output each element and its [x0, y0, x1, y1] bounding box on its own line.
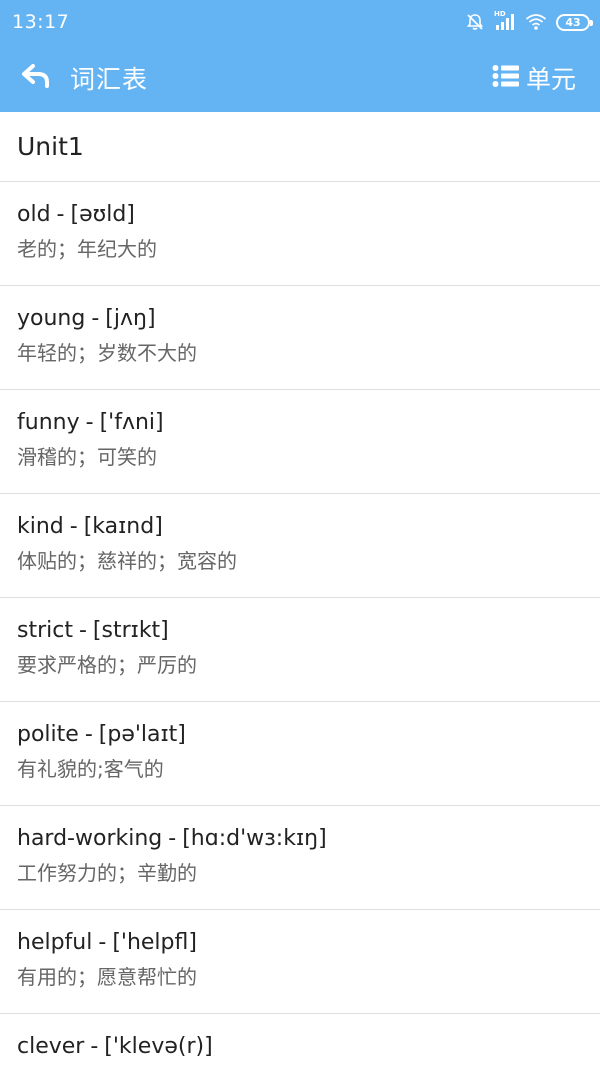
- word-list: old - [əʊld] 老的；年纪大的 young - [jʌŋ] 年轻的；岁数不大的…: [0, 182, 600, 1067]
- status-time: 13:17: [12, 11, 70, 33]
- word-list-item[interactable]: clever - ['klevə(r)]: [0, 1014, 600, 1067]
- word-meaning: 工作努力的；辛勤的: [17, 861, 197, 885]
- word-text: helpful: [17, 930, 93, 955]
- unit-select-button[interactable]: 单元: [492, 60, 576, 96]
- app-root: 13:17 HD 43 词汇表 单元 Unit1 old - [əʊld] 老的…: [0, 0, 600, 1067]
- word-list-item[interactable]: funny - ['fʌni] 滑稽的；可笑的: [0, 390, 600, 494]
- word-list-item[interactable]: hard-working - [hɑ:d'wɜ:kɪŋ] 工作努力的；辛勤的: [0, 806, 600, 910]
- word-phonetic: [jʌŋ]: [105, 306, 156, 331]
- word-text: funny: [17, 410, 80, 435]
- word-entry: young - [jʌŋ]: [17, 302, 583, 336]
- word-meaning: 年轻的；岁数不大的: [17, 341, 197, 365]
- word-phonetic: [strɪkt]: [92, 618, 169, 643]
- status-icons: HD 43: [465, 10, 593, 32]
- word-text: old: [17, 202, 51, 227]
- word-separator: -: [90, 1034, 99, 1059]
- word-list-item[interactable]: helpful - ['helpfl] 有用的；愿意帮忙的: [0, 910, 600, 1014]
- word-text: kind: [17, 514, 64, 539]
- word-separator: -: [84, 722, 93, 747]
- page-title: 词汇表: [70, 65, 149, 94]
- unit-button-label: 单元: [525, 65, 576, 94]
- word-phonetic: [əʊld]: [70, 202, 135, 227]
- word-phonetic: [hɑ:d'wɜ:kɪŋ]: [182, 826, 327, 851]
- app-bar-left: 词汇表: [18, 60, 148, 96]
- word-entry: hard-working - [hɑ:d'wɜ:kɪŋ]: [17, 822, 583, 856]
- network-label: HD: [494, 10, 506, 18]
- bell-off-icon: [465, 12, 485, 32]
- word-list-item[interactable]: kind - [kaɪnd] 体贴的；慈祥的；宽容的: [0, 494, 600, 598]
- word-meaning: 体贴的；慈祥的；宽容的: [17, 549, 237, 573]
- word-entry: kind - [kaɪnd]: [17, 510, 583, 544]
- wifi-icon: [525, 13, 547, 31]
- signal-icon: HD: [494, 10, 516, 31]
- word-meaning: 有礼貌的;客气的: [17, 757, 164, 781]
- status-bar: 13:17 HD 43: [0, 0, 600, 44]
- word-list-item[interactable]: strict - [strɪkt] 要求严格的；严厉的: [0, 598, 600, 702]
- word-phonetic: ['klevə(r)]: [104, 1034, 213, 1059]
- word-meaning: 滑稽的；可笑的: [17, 445, 157, 469]
- word-phonetic: [pə'laɪt]: [98, 722, 186, 747]
- word-entry: funny - ['fʌni]: [17, 406, 583, 440]
- word-entry: helpful - ['helpfl]: [17, 926, 583, 960]
- word-list-item[interactable]: polite - [pə'laɪt] 有礼貌的;客气的: [0, 702, 600, 806]
- app-bar: 词汇表 单元: [0, 44, 600, 112]
- word-meaning: 有用的；愿意帮忙的: [17, 965, 197, 989]
- word-separator: -: [91, 306, 100, 331]
- word-text: polite: [17, 722, 79, 747]
- word-separator: -: [168, 826, 177, 851]
- word-entry: strict - [strɪkt]: [17, 614, 583, 648]
- battery-icon: 43: [556, 13, 593, 31]
- word-meaning: 要求严格的；严厉的: [17, 653, 197, 677]
- word-separator: -: [98, 930, 107, 955]
- word-entry: clever - ['klevə(r)]: [17, 1030, 583, 1064]
- word-phonetic: [kaɪnd]: [83, 514, 163, 539]
- word-phonetic: ['fʌni]: [99, 410, 164, 435]
- back-button[interactable]: [18, 60, 54, 96]
- word-meaning: 老的；年纪大的: [17, 237, 157, 261]
- word-text: hard-working: [17, 826, 163, 851]
- word-text: strict: [17, 618, 73, 643]
- back-arrow-icon: [21, 63, 51, 93]
- word-text: clever: [17, 1034, 85, 1059]
- word-list-item[interactable]: young - [jʌŋ] 年轻的；岁数不大的: [0, 286, 600, 390]
- word-phonetic: ['helpfl]: [112, 930, 197, 955]
- word-entry: polite - [pə'laɪt]: [17, 718, 583, 752]
- word-list-item[interactable]: old - [əʊld] 老的；年纪大的: [0, 182, 600, 286]
- word-separator: -: [85, 410, 94, 435]
- word-separator: -: [69, 514, 78, 539]
- list-icon: [492, 64, 520, 92]
- word-separator: -: [78, 618, 87, 643]
- word-separator: -: [56, 202, 65, 227]
- word-entry: old - [əʊld]: [17, 198, 583, 232]
- unit-header: Unit1: [0, 112, 600, 182]
- word-text: young: [17, 306, 86, 331]
